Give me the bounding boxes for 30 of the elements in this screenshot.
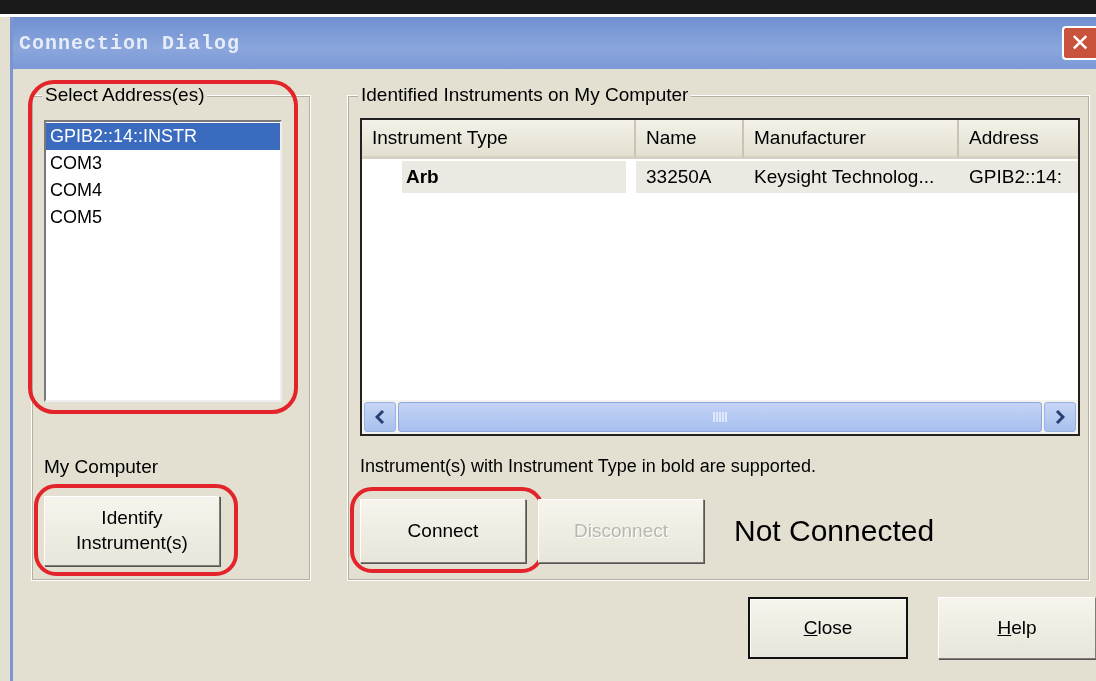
column-header[interactable]: Instrument Type [362, 120, 636, 159]
address-list[interactable]: GPIB2::14::INSTR COM3 COM4 COM5 [44, 120, 282, 402]
address-item[interactable]: COM3 [46, 150, 280, 177]
table-cell: Keysight Technolog... [744, 161, 959, 193]
table-cell: GPIB2::14: [959, 161, 1078, 193]
table-row[interactable]: Arb 33250A Keysight Technolog... GPIB2::14: [362, 161, 1078, 193]
scroll-thumb[interactable] [398, 402, 1042, 432]
table-cell: 33250A [636, 161, 744, 193]
column-header[interactable]: Manufacturer [744, 120, 959, 159]
window-title: Connection Dialog [19, 31, 241, 55]
column-header[interactable]: Name [636, 120, 744, 159]
chevron-left-icon [375, 410, 385, 424]
scroll-right-button[interactable] [1044, 402, 1076, 432]
table-cell: Arb [402, 161, 626, 193]
help-button[interactable]: Help [938, 597, 1096, 659]
identify-button[interactable]: Identify Instrument(s) [44, 496, 220, 566]
address-item[interactable]: GPIB2::14::INSTR [46, 123, 280, 150]
close-button[interactable]: ✕ [1062, 26, 1096, 60]
address-item[interactable]: COM5 [46, 204, 280, 231]
address-item[interactable]: COM4 [46, 177, 280, 204]
close-dialog-button[interactable]: Close [748, 597, 908, 659]
section-label: My Computer [44, 456, 160, 478]
scroll-left-button[interactable] [364, 402, 396, 432]
connect-button[interactable]: Connect [360, 499, 526, 563]
grip-icon [713, 412, 727, 422]
horizontal-scrollbar[interactable] [362, 400, 1078, 434]
column-header[interactable]: Address [959, 120, 1078, 159]
chevron-right-icon [1055, 410, 1065, 424]
hint-text: Instrument(s) with Instrument Type in bold are supported. [360, 456, 817, 477]
connection-status: Not Connected [734, 514, 935, 548]
